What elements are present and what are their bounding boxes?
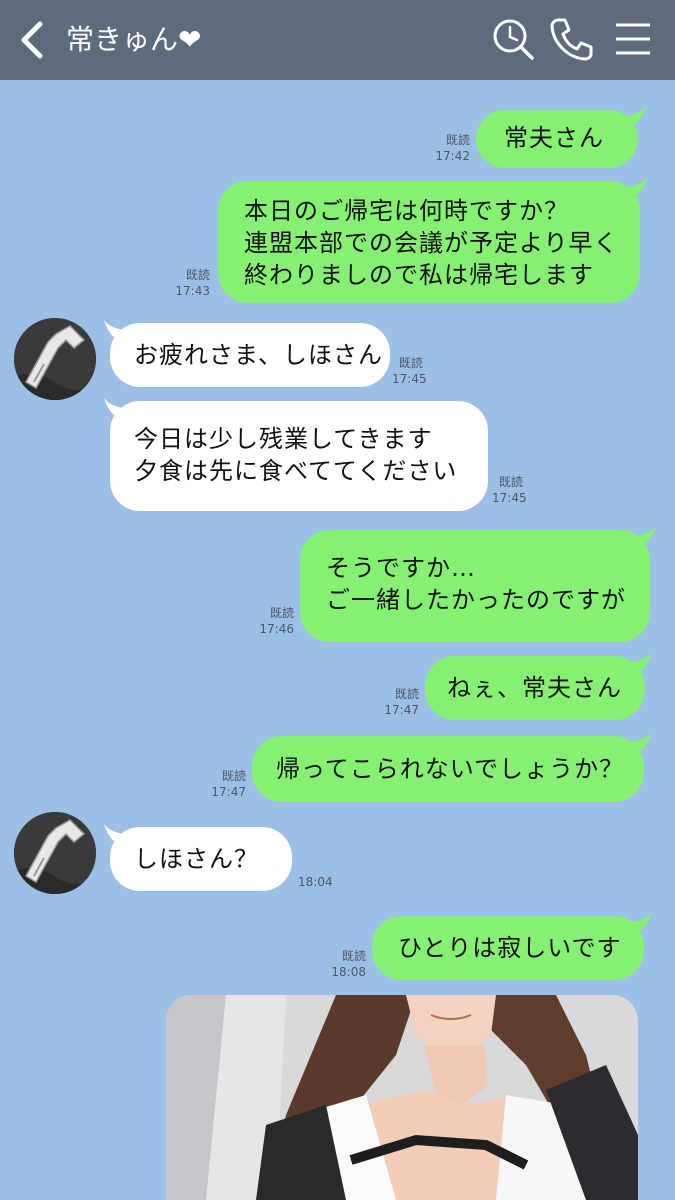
read-receipt: 既読: [269, 606, 294, 620]
message-timestamp: 17:45: [392, 372, 427, 386]
message-timestamp: 17:46: [259, 622, 294, 636]
message-bubble-outgoing[interactable]: 帰ってこられないでしょうか？: [252, 736, 644, 802]
message-timestamp: 17:45: [492, 491, 527, 505]
read-receipt: 既読: [445, 133, 470, 147]
message-bubble-incoming[interactable]: しほさん？: [110, 827, 292, 891]
message-timestamp: 17:42: [435, 149, 470, 163]
chat-header: 常きゅん❤: [0, 0, 675, 80]
read-receipt: 既読: [399, 356, 424, 370]
contact-avatar[interactable]: [14, 318, 96, 400]
bubble-tail: [632, 652, 652, 672]
message-timestamp: 17:47: [384, 703, 419, 717]
message-timestamp: 18:08: [331, 965, 366, 979]
read-receipt: 既読: [499, 475, 524, 489]
read-receipt: 既読: [221, 769, 246, 783]
message-bubble-incoming[interactable]: お疲れさま、しほさん: [110, 323, 390, 387]
message-bubble-outgoing[interactable]: 本日のご帰宅は何時ですか？ 連盟本部での会議が予定より早く 終わりましので私は帰…: [218, 181, 640, 303]
message-bubble-outgoing[interactable]: 常夫さん: [476, 110, 638, 168]
illustration-image: [166, 995, 638, 1200]
bubble-tail: [626, 106, 646, 126]
read-receipt: 既読: [341, 949, 366, 963]
read-receipt: 既読: [185, 268, 210, 282]
bubble-tail: [632, 732, 652, 752]
bubble-tail: [632, 912, 652, 932]
search-icon[interactable]: [490, 16, 536, 62]
wrench-icon: [14, 812, 96, 894]
message-timestamp: 17:47: [211, 785, 246, 799]
contact-avatar[interactable]: [14, 812, 96, 894]
chat-title: 常きゅん❤: [66, 23, 202, 56]
phone-icon[interactable]: [548, 16, 594, 62]
chat-area[interactable]: 既読 17:42 常夫さん 既読 17:43 本日のご帰宅は何時ですか？ 連盟本…: [0, 80, 675, 1200]
wrench-icon: [14, 318, 96, 400]
message-bubble-outgoing[interactable]: ひとりは寂しいです: [372, 916, 644, 980]
back-chevron-icon[interactable]: [14, 18, 50, 62]
bubble-tail: [636, 526, 656, 546]
image-message[interactable]: [166, 995, 638, 1200]
message-bubble-outgoing[interactable]: そうですか… ご一緒したかったのですが: [300, 530, 650, 642]
message-bubble-incoming[interactable]: 今日は少し残業してきます 夕食は先に食べててください: [110, 401, 488, 511]
message-timestamp: 18:04: [298, 875, 333, 889]
read-receipt: 既読: [394, 687, 419, 701]
message-timestamp: 17:43: [175, 284, 210, 298]
bubble-tail: [628, 177, 648, 197]
menu-icon[interactable]: [610, 16, 656, 62]
message-bubble-outgoing[interactable]: ねぇ、常夫さん: [425, 656, 645, 720]
